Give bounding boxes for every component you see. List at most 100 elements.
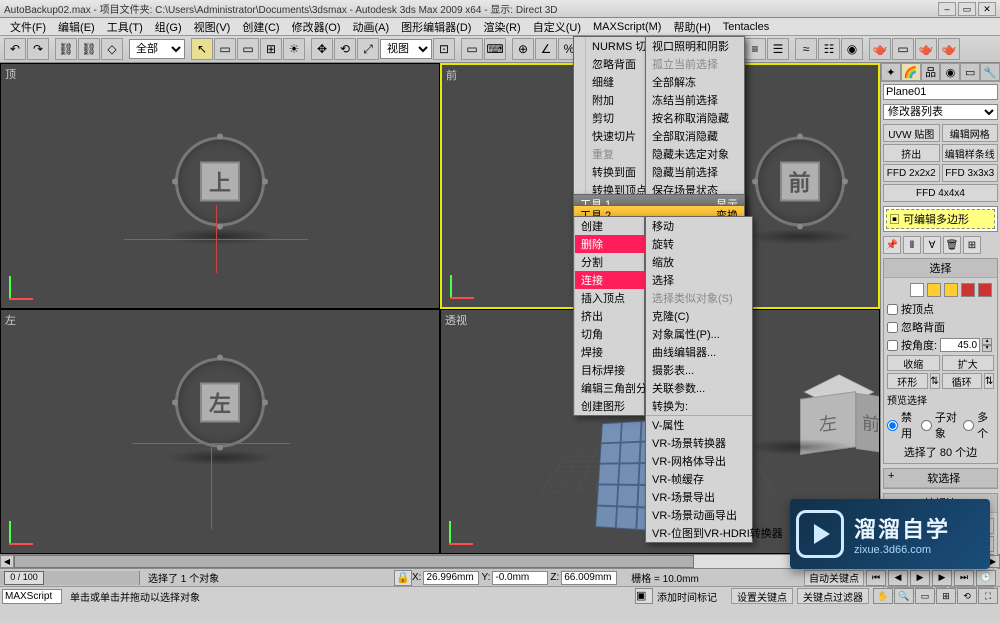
menu-customize[interactable]: 自定义(U)	[527, 19, 587, 35]
loop-spin[interactable]: ⇅	[984, 373, 994, 389]
minimize-button[interactable]: –	[938, 2, 956, 16]
nav-zoom-all[interactable]: ⊞	[936, 588, 956, 604]
coord-y[interactable]	[492, 571, 548, 585]
ctx-split[interactable]: 分割	[575, 253, 653, 271]
ctx-dope-sheet[interactable]: 摄影表...	[646, 361, 752, 379]
nav-fov-button[interactable]: ▭	[915, 588, 935, 604]
redo-button[interactable]: ↷	[27, 38, 49, 60]
select-manip-button[interactable]: ▭	[461, 38, 483, 60]
menu-graph[interactable]: 图形编辑器(D)	[395, 19, 477, 35]
menu-tools[interactable]: 工具(T)	[101, 19, 149, 35]
nav-zoom-button[interactable]: 🔍	[894, 588, 914, 604]
radio-subobj[interactable]	[921, 420, 932, 431]
time-slider[interactable]: 0 / 100	[0, 571, 140, 585]
select-window-button[interactable]: ⊞	[260, 38, 282, 60]
menu-render[interactable]: 渲染(R)	[477, 19, 526, 35]
subobj-border-icon[interactable]	[944, 283, 958, 297]
btn-grow[interactable]: 扩大	[942, 355, 995, 371]
object-name-field[interactable]	[883, 84, 998, 100]
btn-ffd4[interactable]: FFD 4x4x4	[883, 184, 998, 202]
tab-create[interactable]: ✦	[881, 63, 901, 81]
render-setup-button[interactable]: 🫖	[869, 38, 891, 60]
btn-ffd2[interactable]: FFD 2x2x2	[883, 164, 940, 182]
prev-frame-button[interactable]: ◀	[888, 570, 908, 586]
bind-button[interactable]: ◇	[101, 38, 123, 60]
ctx-vr-bitmap-hdri[interactable]: VR-位图到VR-HDRI转换器	[646, 524, 752, 542]
ctx-connect[interactable]: 连接	[575, 271, 653, 289]
spin-up[interactable]: ▲	[982, 338, 992, 345]
coord-x[interactable]	[423, 571, 479, 585]
stack-editable-poly[interactable]: ▣ 可编辑多边形	[886, 209, 995, 229]
ctx-insert-vtx[interactable]: 插入顶点	[575, 289, 653, 307]
menu-maxscript[interactable]: MAXScript(M)	[587, 21, 667, 33]
ctx-edit-tri[interactable]: 编辑三角剖分	[575, 379, 653, 397]
angle-input[interactable]	[940, 338, 980, 352]
ctx-vr-mesh-exp[interactable]: VR-网格体导出	[646, 452, 752, 470]
ctx-curve-editor[interactable]: 曲线编辑器...	[646, 343, 752, 361]
modifier-list[interactable]: 修改器列表	[883, 104, 998, 120]
ctx-hide-sel[interactable]: 隐藏当前选择	[646, 163, 744, 181]
ctx-select-similar[interactable]: 选择类似对象(S)	[646, 289, 752, 307]
ctx-weld[interactable]: 焊接	[575, 343, 653, 361]
btn-edit-mesh[interactable]: 编辑网格	[942, 124, 999, 142]
ctx-target-weld[interactable]: 目标焊接	[575, 361, 653, 379]
tab-display[interactable]: ▭	[960, 63, 980, 81]
scroll-left-button[interactable]: ◀	[0, 555, 14, 568]
spin-down[interactable]: ▼	[982, 345, 992, 352]
viewcube-top[interactable]: 上	[175, 136, 265, 226]
goto-end-button[interactable]: ⏭	[954, 570, 974, 586]
btn-edit-spline[interactable]: 编辑样条线	[942, 144, 999, 162]
viewcube-left[interactable]: 左	[175, 357, 265, 447]
time-config-button[interactable]: 🕒	[976, 570, 996, 586]
btn-uvw[interactable]: UVW 贴图	[883, 124, 940, 142]
selection-filter[interactable]: 全部	[129, 39, 185, 59]
remove-mod-button[interactable]: 🗑	[943, 236, 961, 254]
select-crossing-button[interactable]: ☀	[283, 38, 305, 60]
ctx-create[interactable]: 创建	[575, 217, 653, 235]
ctx-wire-params[interactable]: 关联参数...	[646, 379, 752, 397]
select-rect-button[interactable]: ▭	[237, 38, 259, 60]
menu-help[interactable]: 帮助(H)	[667, 19, 716, 35]
ctx-create-shape[interactable]: 创建图形	[575, 397, 653, 415]
ctx-obj-props[interactable]: 对象属性(P)...	[646, 325, 752, 343]
set-key-button[interactable]: 设置关键点	[731, 588, 793, 604]
menu-file[interactable]: 文件(F)	[4, 19, 52, 35]
move-button[interactable]: ✥	[311, 38, 333, 60]
menu-anim[interactable]: 动画(A)	[347, 19, 396, 35]
radio-multi[interactable]	[963, 420, 974, 431]
curve-editor-button[interactable]: ≈	[795, 38, 817, 60]
ref-coord[interactable]: 视图	[380, 39, 432, 59]
ctx-convert-to[interactable]: 转换为:	[646, 397, 752, 415]
play-button[interactable]: ▶	[910, 570, 930, 586]
ctx-hide-unsel[interactable]: 隐藏未选定对象	[646, 145, 744, 163]
pivot-button[interactable]: ⊡	[433, 38, 455, 60]
viewcube-front[interactable]: 前	[755, 136, 845, 226]
tab-motion[interactable]: ◉	[940, 63, 960, 81]
coord-z[interactable]	[561, 571, 617, 585]
menu-modifier[interactable]: 修改器(O)	[286, 19, 347, 35]
btn-shrink[interactable]: 收缩	[887, 355, 940, 371]
ctx-chamfer[interactable]: 切角	[575, 325, 653, 343]
menu-group[interactable]: 组(G)	[149, 19, 188, 35]
ctx-vr-scene-conv[interactable]: VR-场景转换器	[646, 434, 752, 452]
key-filter-button[interactable]: 关键点过滤器	[797, 588, 869, 604]
maximize-button[interactable]: ▭	[958, 2, 976, 16]
viewport-top[interactable]: 顶 上	[0, 63, 440, 309]
subobj-element-icon[interactable]	[978, 283, 992, 297]
ctx-freeze[interactable]: 冻结当前选择	[646, 91, 744, 109]
ctx-vr-anim-exp[interactable]: VR-场景动画导出	[646, 506, 752, 524]
btn-loop[interactable]: 循环	[942, 373, 983, 389]
add-time-marker[interactable]: 添加时间标记	[657, 589, 717, 604]
ctx-isolate[interactable]: 孤立当前选择	[646, 55, 744, 73]
link-button[interactable]: ⛓	[55, 38, 77, 60]
ctx-scale[interactable]: 缩放	[646, 253, 752, 271]
btn-extrude[interactable]: 挤出	[883, 144, 940, 162]
ring-spin[interactable]: ⇅	[930, 373, 940, 389]
close-button[interactable]: ✕	[978, 2, 996, 16]
nav-maximize-button[interactable]: ⛶	[978, 588, 998, 604]
ctx-unhide-name[interactable]: 按名称取消隐藏	[646, 109, 744, 127]
keyboard-button[interactable]: ⌨	[484, 38, 506, 60]
nav-orbit-button[interactable]: ⟲	[957, 588, 977, 604]
tab-utilities[interactable]: 🔧	[980, 63, 1000, 81]
ctx-viewport-light[interactable]: 视口照明和阴影	[646, 37, 744, 55]
